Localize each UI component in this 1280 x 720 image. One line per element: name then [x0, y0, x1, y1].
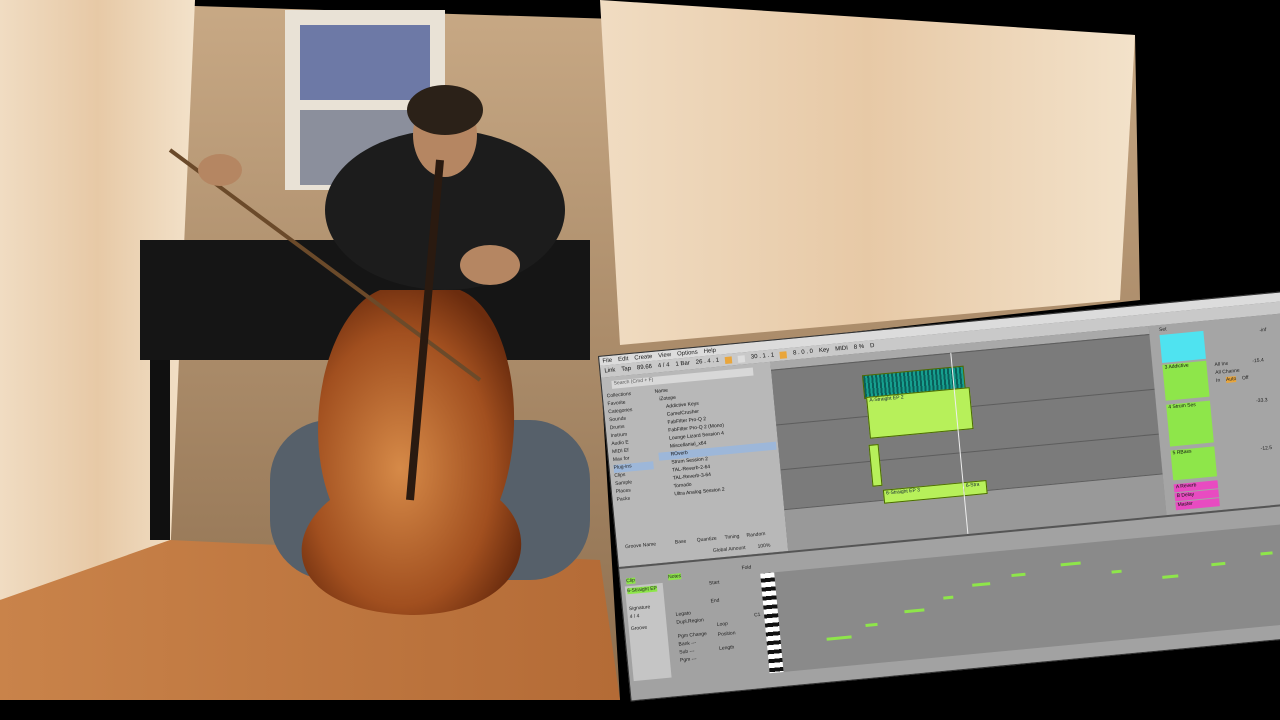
volume-value[interactable]: -12.5	[1260, 445, 1272, 452]
signature-value[interactable]: 4 / 4	[629, 613, 639, 620]
midi-note[interactable]	[1260, 551, 1273, 556]
input-select[interactable]: All Ins	[1214, 361, 1228, 368]
notes-title: Notes	[667, 573, 682, 581]
peak-value: -inf	[1259, 326, 1267, 334]
monitor-auto[interactable]: Auto	[1225, 376, 1237, 383]
groove-timing-header: Timing	[724, 533, 740, 541]
key-button[interactable]: Key	[819, 347, 830, 354]
clip-properties: 6-Straight EP Signature 4 / 4 Groove	[624, 582, 672, 682]
midi-note[interactable]	[1060, 561, 1081, 567]
groove-quantize-header: Quantize	[696, 535, 718, 544]
track-name: Master	[1177, 500, 1194, 509]
mixer-panel: Set 3 Addictive 4 Strum Ses 5 RBass A Re…	[1148, 312, 1280, 516]
track-name: 4 Strum Ses	[1168, 401, 1197, 411]
duplicate-region-button[interactable]: Dupl.Region	[676, 617, 704, 626]
browser-panel: Search (Cmd + F) Collections Favorite Ca…	[601, 361, 789, 567]
c1-label: C1	[753, 611, 761, 619]
groove-random-header: Random	[746, 531, 766, 539]
channel-select[interactable]: All Channe	[1215, 368, 1240, 376]
arrangement-view: A-Straight EP 2 6-Straight EP 3 6-Stra	[770, 326, 1167, 552]
volume-value[interactable]: -15.4	[1252, 357, 1264, 364]
position-label: Position	[717, 630, 736, 638]
menu-edit[interactable]: Edit	[618, 356, 629, 363]
menu-file[interactable]: File	[602, 357, 612, 364]
fold-button[interactable]: Fold	[741, 565, 751, 572]
volume-value[interactable]: -33.3	[1256, 397, 1268, 404]
track-name: B Delay	[1176, 491, 1195, 500]
clip-label: 6-Stra	[965, 481, 980, 489]
track-header-4[interactable]: 4 Strum Ses	[1166, 400, 1214, 447]
quantize-select[interactable]: 1 Bar	[675, 360, 690, 367]
legato-button[interactable]: Legato	[675, 610, 691, 617]
midi-note[interactable]	[865, 622, 878, 628]
signature-label: Signature	[628, 604, 651, 613]
cpu-meter: 8 %	[853, 343, 865, 351]
track-color-header[interactable]	[1159, 330, 1206, 363]
track-name: 3 Addictive	[1164, 362, 1189, 371]
bank-field[interactable]: Bank ---	[678, 640, 696, 648]
disk-indicator: D	[869, 342, 875, 350]
start-label: Start	[708, 579, 720, 587]
midi-note[interactable]	[1162, 574, 1179, 579]
monitor-in[interactable]: In	[1216, 378, 1221, 384]
pgm-field[interactable]: Pgm ---	[680, 656, 697, 664]
tap-button[interactable]: Tap	[621, 366, 631, 373]
track-header-3[interactable]: 3 Addictive	[1162, 360, 1210, 401]
midi-note[interactable]	[904, 608, 925, 614]
piano-keys[interactable]	[760, 572, 784, 674]
song-position[interactable]: 26 . 4 . 1	[696, 358, 720, 366]
monitor-off[interactable]: Off	[1242, 375, 1249, 382]
browser-sidebar: Collections Favorite Categories Sounds D…	[607, 390, 657, 505]
loop-icon[interactable]	[779, 350, 788, 359]
clip-title: Clip	[626, 577, 636, 585]
link-button[interactable]: Link	[604, 367, 616, 374]
pgm-change-label: Pgm Change	[677, 631, 708, 640]
clip-name-field[interactable]: 6-Straight EP	[626, 585, 658, 595]
menu-view[interactable]: View	[658, 352, 671, 359]
midi-button[interactable]: MIDI	[835, 345, 848, 352]
groove-label: Groove	[630, 624, 648, 633]
track-name: 5 RBass	[1172, 448, 1192, 457]
midi-note[interactable]	[1111, 569, 1122, 574]
menu-create[interactable]: Create	[634, 353, 653, 361]
track-name: A Reverb	[1175, 482, 1197, 491]
tempo-field[interactable]: 89.66	[637, 364, 653, 371]
midi-note[interactable]	[943, 595, 954, 600]
global-amount-value[interactable]: 100%	[757, 543, 770, 550]
track-header-5[interactable]: 5 RBass	[1170, 446, 1218, 481]
loop-label: Loop	[716, 620, 729, 628]
midi-note[interactable]	[1011, 572, 1026, 578]
browser-file-list: Name iZotope Addictive Keys CamelCrusher…	[652, 378, 780, 501]
length-label: Length	[718, 644, 735, 652]
stop-icon[interactable]	[737, 354, 746, 363]
end-label: End	[710, 597, 720, 605]
global-amount-label: Global Amount	[712, 544, 746, 555]
midi-note[interactable]	[972, 582, 991, 587]
play-icon[interactable]	[724, 355, 733, 364]
loop-start[interactable]: 30 . 1 . 1	[751, 352, 775, 360]
midi-note[interactable]	[1211, 561, 1226, 567]
groove-base-header: Base	[674, 538, 687, 546]
menu-help[interactable]: Help	[703, 347, 716, 354]
loop-length[interactable]: 8 . 0 . 0	[793, 349, 813, 357]
sub-field[interactable]: Sub ---	[679, 648, 695, 655]
ableton-window: File Edit Create View Options Help Link …	[598, 290, 1280, 702]
time-signature[interactable]: 4 / 4	[658, 362, 670, 369]
midi-clip[interactable]: 6-Stra	[962, 479, 988, 497]
midi-note[interactable]	[826, 635, 852, 641]
groove-name-header: Groove Name	[624, 541, 657, 551]
set-label: Set	[1158, 326, 1167, 334]
